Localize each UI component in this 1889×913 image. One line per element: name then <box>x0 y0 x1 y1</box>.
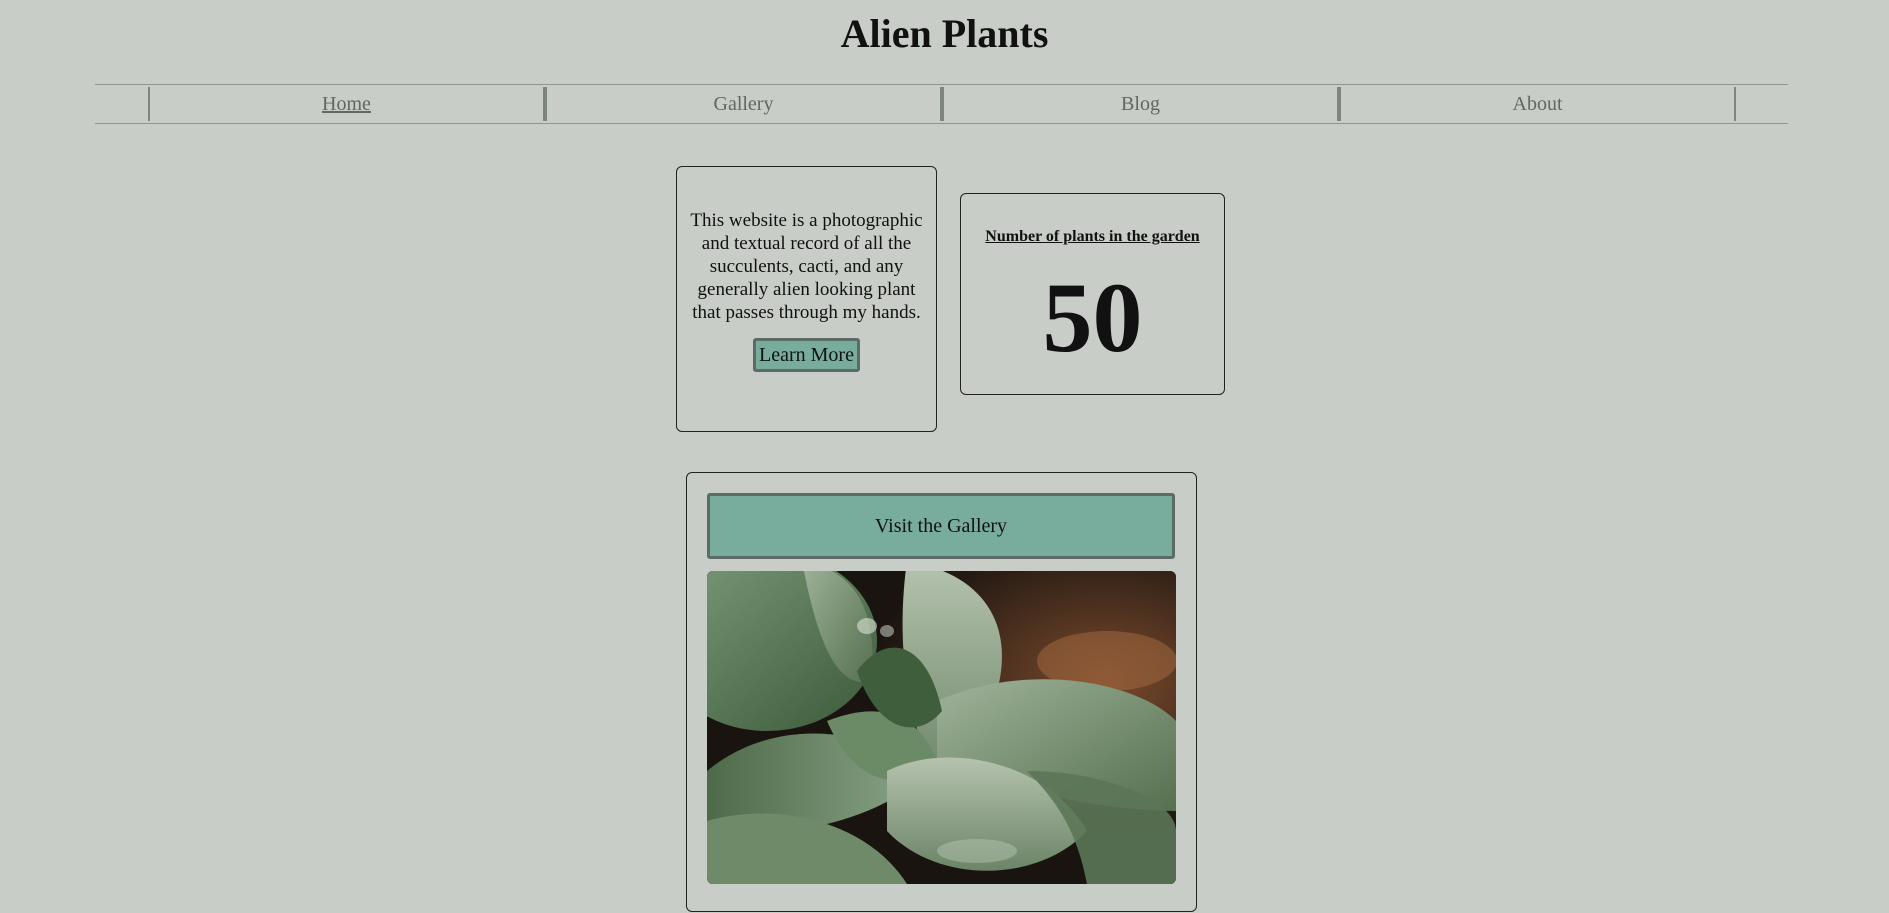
nav-item-about[interactable]: About <box>1339 87 1736 121</box>
nav-item-gallery[interactable]: Gallery <box>545 87 942 121</box>
visit-gallery-button[interactable]: Visit the Gallery <box>707 493 1175 559</box>
nav-item-home[interactable]: Home <box>148 87 545 121</box>
plant-counter-value: 50 <box>1042 262 1143 373</box>
site-title: Alien Plants <box>840 11 1049 56</box>
nav-item-blog[interactable]: Blog <box>942 87 1339 121</box>
nav-item-blog-label[interactable]: Blog <box>1121 93 1160 115</box>
nav-item-home-label[interactable]: Home <box>322 93 371 115</box>
intro-text: This website is a photographic and textu… <box>690 210 923 323</box>
plant-counter-card: Number of plants in the garden 50 <box>960 193 1225 395</box>
intro-card: This website is a photographic and textu… <box>676 166 937 432</box>
learn-more-button[interactable]: Learn More <box>753 338 860 372</box>
succulent-photo <box>707 571 1176 884</box>
nav-item-gallery-label[interactable]: Gallery <box>714 93 774 115</box>
plant-counter-label: Number of plants in the garden <box>985 228 1200 245</box>
gallery-card: Visit the Gallery <box>686 472 1197 912</box>
nav-item-about-label[interactable]: About <box>1513 93 1563 115</box>
main-nav: Home Gallery Blog About <box>95 84 1788 124</box>
